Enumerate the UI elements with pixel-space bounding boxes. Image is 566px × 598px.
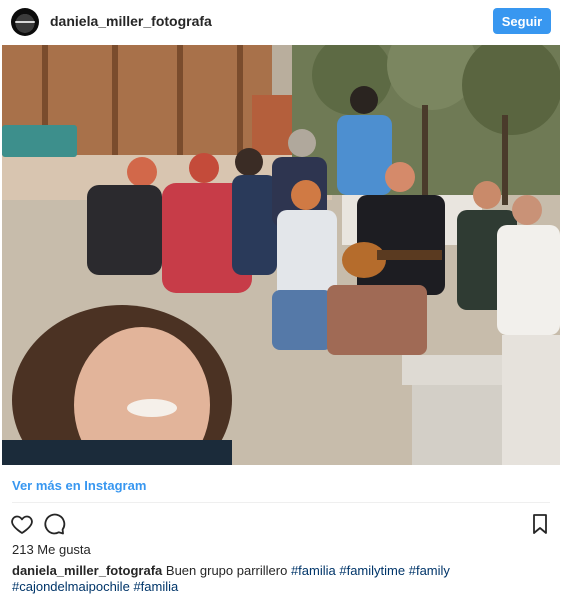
hashtag-link[interactable]: #family (409, 563, 450, 578)
caption-username[interactable]: daniela_miller_fotografa (12, 563, 162, 578)
follow-button[interactable]: Seguir (493, 8, 551, 34)
caption-text: Buen grupo parrillero (165, 563, 288, 578)
hashtag-link[interactable]: #familia (291, 563, 336, 578)
photo-illustration (2, 45, 560, 465)
bookmark-icon[interactable] (528, 512, 552, 536)
post-header: daniela_miller_fotografa Seguir (0, 0, 566, 44)
likes-count[interactable]: 213 Me gusta (12, 542, 91, 557)
instagram-embed-card: daniela_miller_fotografa Seguir Ver más … (0, 0, 566, 598)
hashtag-link[interactable]: #cajondelmaipochile (12, 579, 130, 594)
caption: daniela_miller_fotografa Buen grupo parr… (12, 563, 557, 595)
hashtag-link[interactable]: #familia (133, 579, 178, 594)
hashtag-link[interactable]: #familytime (339, 563, 405, 578)
divider (12, 502, 550, 503)
heart-icon[interactable] (10, 512, 34, 536)
view-more-link[interactable]: Ver más en Instagram (12, 478, 146, 493)
post-photo[interactable] (2, 45, 560, 465)
profile-avatar[interactable] (11, 8, 39, 36)
comment-icon[interactable] (42, 512, 66, 536)
username-link[interactable]: daniela_miller_fotografa (50, 13, 212, 29)
